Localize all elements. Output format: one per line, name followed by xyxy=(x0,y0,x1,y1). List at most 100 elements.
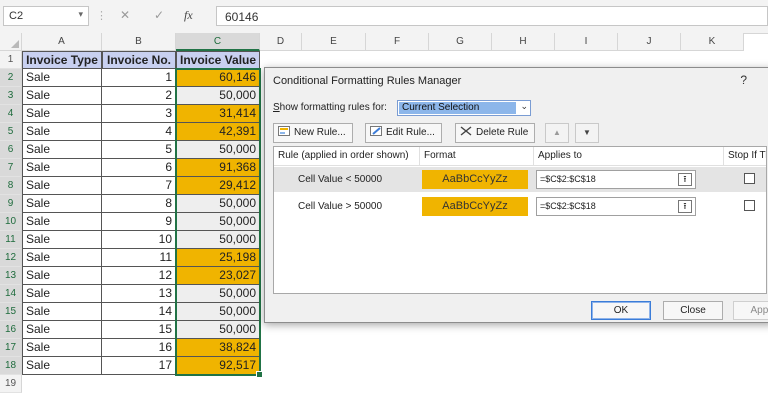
invoice-type-cell[interactable]: Sale xyxy=(22,195,102,213)
invoice-no-cell[interactable]: 3 xyxy=(102,105,176,123)
row-header-17[interactable]: 17 xyxy=(0,339,22,357)
help-icon[interactable]: ? xyxy=(740,73,747,87)
row-header-16[interactable]: 16 xyxy=(0,321,22,339)
row-header-11[interactable]: 11 xyxy=(0,231,22,249)
new-rule-button[interactable]: New Rule... xyxy=(273,123,353,143)
invoice-no-cell[interactable]: 1 xyxy=(102,69,176,87)
invoice-value-cell[interactable]: 29,412 xyxy=(176,177,260,195)
invoice-type-cell[interactable]: Sale xyxy=(22,123,102,141)
column-header-d[interactable]: D xyxy=(260,33,302,51)
stop-if-true-checkbox[interactable] xyxy=(744,173,755,184)
chevron-down-icon[interactable]: ▾ xyxy=(78,9,83,20)
invoice-type-cell[interactable]: Sale xyxy=(22,159,102,177)
invoice-value-cell[interactable]: 42,391 xyxy=(176,123,260,141)
invoice-no-cell[interactable]: 2 xyxy=(102,87,176,105)
invoice-value-cell[interactable]: 50,000 xyxy=(176,213,260,231)
invoice-type-cell[interactable]: Sale xyxy=(22,141,102,159)
enter-icon[interactable]: ✓ xyxy=(154,8,164,22)
invoice-no-cell[interactable]: 13 xyxy=(102,285,176,303)
column-header-e[interactable]: E xyxy=(302,33,366,51)
row-header-10[interactable]: 10 xyxy=(0,213,22,231)
invoice-type-cell[interactable]: Sale xyxy=(22,303,102,321)
row-header-1[interactable]: 1 xyxy=(0,51,22,69)
row-header-14[interactable]: 14 xyxy=(0,285,22,303)
ok-button[interactable]: OK xyxy=(591,301,651,320)
formula-input[interactable]: 60146 xyxy=(216,6,768,26)
row-header-8[interactable]: 8 xyxy=(0,177,22,195)
invoice-value-cell[interactable]: 38,824 xyxy=(176,339,260,357)
column-header-c[interactable]: C xyxy=(176,33,260,51)
invoice-value-cell[interactable]: 92,517 xyxy=(176,357,260,375)
row-header-18[interactable]: 18 xyxy=(0,357,22,375)
invoice-value-cell[interactable]: 50,000 xyxy=(176,195,260,213)
invoice-type-cell[interactable]: Sale xyxy=(22,105,102,123)
delete-rule-button[interactable]: Delete Rule xyxy=(455,123,536,143)
applies-to-field[interactable]: =$C$2:$C$18 ⭱ xyxy=(536,197,696,216)
invoice-no-cell[interactable]: 8 xyxy=(102,195,176,213)
move-up-button[interactable]: ▲ xyxy=(545,123,569,143)
row-header-6[interactable]: 6 xyxy=(0,141,22,159)
rule-row[interactable]: Cell Value > 50000 AaBbCcYyZz =$C$2:$C$1… xyxy=(274,194,766,219)
invoice-no-cell[interactable]: 9 xyxy=(102,213,176,231)
row-header-9[interactable]: 9 xyxy=(0,195,22,213)
invoice-value-cell[interactable]: 50,000 xyxy=(176,141,260,159)
select-all-corner[interactable] xyxy=(0,33,22,51)
invoice-no-cell[interactable]: 12 xyxy=(102,267,176,285)
invoice-no-cell[interactable]: 11 xyxy=(102,249,176,267)
invoice-type-cell[interactable]: Sale xyxy=(22,285,102,303)
invoice-no-cell[interactable]: 4 xyxy=(102,123,176,141)
invoice-value-cell[interactable]: 50,000 xyxy=(176,303,260,321)
applies-to-field[interactable]: =$C$2:$C$18 ⭱ xyxy=(536,170,696,189)
apply-button[interactable]: Apply xyxy=(733,301,768,320)
column-header-k[interactable]: K xyxy=(681,33,744,51)
invoice-value-cell[interactable]: 50,000 xyxy=(176,321,260,339)
close-button[interactable]: Close xyxy=(663,301,723,320)
row-header-5[interactable]: 5 xyxy=(0,123,22,141)
row-header-3[interactable]: 3 xyxy=(0,87,22,105)
row-header-13[interactable]: 13 xyxy=(0,267,22,285)
row-header-4[interactable]: 4 xyxy=(0,105,22,123)
column-header-j[interactable]: J xyxy=(618,33,681,51)
invoice-value-cell[interactable]: 31,414 xyxy=(176,105,260,123)
column-header-a[interactable]: A xyxy=(22,33,102,51)
invoice-type-cell[interactable]: Sale xyxy=(22,321,102,339)
collapse-dialog-icon[interactable]: ⭱ xyxy=(678,173,692,186)
cancel-icon[interactable]: ✕ xyxy=(120,8,130,22)
invoice-type-cell[interactable]: Sale xyxy=(22,177,102,195)
move-down-button[interactable]: ▼ xyxy=(575,123,599,143)
invoice-no-cell[interactable]: 17 xyxy=(102,357,176,375)
header-cell[interactable]: Invoice No. xyxy=(102,51,176,69)
column-header-b[interactable]: B xyxy=(102,33,176,51)
header-cell[interactable]: Invoice Type xyxy=(22,51,102,69)
show-rules-select[interactable]: Current Selection ⌄ xyxy=(397,100,531,116)
row-header-2[interactable]: 2 xyxy=(0,69,22,87)
invoice-no-cell[interactable]: 6 xyxy=(102,159,176,177)
row-header-12[interactable]: 12 xyxy=(0,249,22,267)
invoice-type-cell[interactable]: Sale xyxy=(22,69,102,87)
invoice-no-cell[interactable]: 10 xyxy=(102,231,176,249)
invoice-type-cell[interactable]: Sale xyxy=(22,339,102,357)
column-header-f[interactable]: F xyxy=(366,33,429,51)
name-box[interactable]: C2 ▾ xyxy=(3,6,89,26)
invoice-type-cell[interactable]: Sale xyxy=(22,87,102,105)
invoice-value-cell[interactable]: 50,000 xyxy=(176,285,260,303)
invoice-value-cell[interactable]: 60,146 xyxy=(176,69,260,87)
row-header-7[interactable]: 7 xyxy=(0,159,22,177)
edit-rule-button[interactable]: Edit Rule... xyxy=(365,123,442,143)
more-options-icon[interactable]: ⋮ xyxy=(96,9,107,22)
column-header-h[interactable]: H xyxy=(492,33,555,51)
invoice-no-cell[interactable]: 5 xyxy=(102,141,176,159)
invoice-value-cell[interactable]: 23,027 xyxy=(176,267,260,285)
invoice-no-cell[interactable]: 16 xyxy=(102,339,176,357)
rule-row[interactable]: Cell Value < 50000 AaBbCcYyZz =$C$2:$C$1… xyxy=(274,167,766,192)
invoice-type-cell[interactable]: Sale xyxy=(22,357,102,375)
function-icon[interactable]: fx xyxy=(184,8,193,23)
invoice-no-cell[interactable]: 14 xyxy=(102,303,176,321)
invoice-value-cell[interactable]: 50,000 xyxy=(176,231,260,249)
stop-if-true-checkbox[interactable] xyxy=(744,200,755,211)
invoice-type-cell[interactable]: Sale xyxy=(22,213,102,231)
collapse-dialog-icon[interactable]: ⭱ xyxy=(678,200,692,213)
invoice-type-cell[interactable]: Sale xyxy=(22,231,102,249)
invoice-value-cell[interactable]: 50,000 xyxy=(176,87,260,105)
header-cell[interactable]: Invoice Value xyxy=(176,51,260,69)
